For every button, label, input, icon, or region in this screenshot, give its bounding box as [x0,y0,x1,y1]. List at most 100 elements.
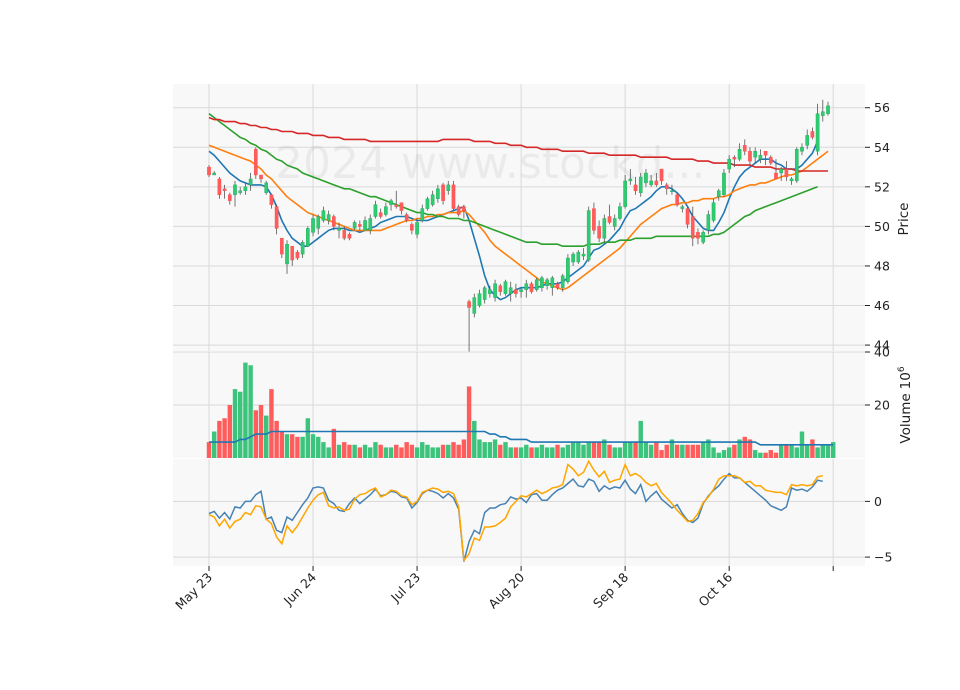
volume-bar [264,415,269,458]
volume-bar [383,447,389,458]
volume-bar [555,444,560,458]
candle-body [316,216,321,229]
volume-bar [680,444,685,458]
volume-bar [612,447,617,458]
price-tick-label: 54 [874,140,890,155]
volume-bar [773,452,779,458]
price-tick-label: 46 [874,298,890,313]
date-tick-label: Aug 20 [485,569,527,611]
candle-body [810,131,815,138]
candle-body [311,218,315,233]
volume-bar [643,442,649,458]
candle-body [462,206,466,211]
volume-bar [492,439,498,458]
indicator-panel-background [173,459,865,566]
price-tick-label: 48 [874,258,890,273]
candle-body [633,184,638,192]
volume-bar [763,452,768,458]
candle-body [815,113,820,152]
volume-bar [456,444,461,458]
volume-bar [508,447,513,458]
date-tick-label: May 23 [172,570,215,613]
candle-body [207,166,211,176]
candle-body [805,135,810,146]
volume-bar [550,447,555,458]
volume-bar [726,447,732,458]
candle-body [784,168,789,178]
candle-body [503,281,508,294]
candle-body [410,224,414,231]
candle [576,250,581,264]
volume-bar [352,444,357,458]
volume-bar [721,450,727,458]
candle-body [794,149,799,182]
volume-bar [310,434,316,458]
candle-body [571,253,575,263]
candle-body [425,198,430,209]
candle-body [274,206,279,229]
volume-bar [810,439,815,458]
candle-body [753,151,757,158]
candle-body [254,149,258,176]
volume-bar [409,444,415,458]
candle-body [722,172,726,195]
candle-body [368,218,373,231]
candle-body [264,182,269,193]
candle [722,169,726,197]
volume-bar [300,436,305,458]
candle-body [441,184,445,201]
candle-body [774,172,778,180]
volume-bar [269,389,274,458]
volume-bar [258,405,264,458]
candle-body [280,238,284,255]
candle-body [446,184,451,192]
candle-body [488,289,492,294]
candle-body [451,184,456,209]
candle-body [295,251,300,259]
volume-bar [487,442,493,458]
candle-body [623,180,627,207]
volume-bar [336,444,342,458]
candle-body [477,293,482,306]
candle-body [243,186,248,192]
candle-body [233,184,237,195]
candle-body [612,218,617,227]
volume-bar [685,444,690,458]
candle-body [482,287,487,300]
volume-bar [596,442,602,458]
volume-bar [700,442,706,458]
candle-body [306,228,310,247]
volume-bar [560,447,565,458]
volume-bar [633,442,638,458]
volume-bar [659,450,664,458]
candle-body [576,251,581,263]
volume-bar [466,386,472,458]
candle-body [508,287,513,294]
volume-bar [534,447,539,458]
candle [254,147,258,179]
volume-bar [237,391,243,458]
volume-bar [222,418,227,458]
candle [451,180,456,211]
candle [701,230,705,245]
volume-bar [206,442,212,458]
volume-bar [243,362,248,458]
candle-body [566,257,570,282]
candle-body [519,289,523,292]
volume-bar [430,447,435,458]
volume-bar [498,444,503,458]
volume-bar [274,420,279,458]
candle [586,206,591,262]
candle-body [415,222,419,235]
volume-axis-label: Volume 106 [897,366,914,443]
volume-bar [368,447,373,458]
date-tick-label: Oct 16 [695,569,735,609]
candle-body [732,156,737,160]
volume-bar [758,452,763,458]
volume-bar [373,442,378,458]
candle-body [300,242,305,255]
volume-bar [622,442,628,458]
candle-body [285,243,289,265]
volume-bar [347,444,352,458]
candle-body [742,145,747,152]
